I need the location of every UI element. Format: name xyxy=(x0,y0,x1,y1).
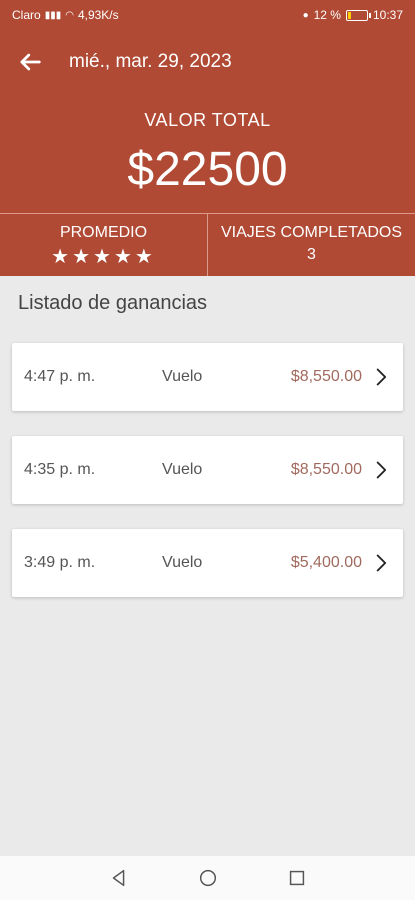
star-icon: ★ xyxy=(93,246,114,268)
nav-recents-icon[interactable] xyxy=(286,867,308,889)
earning-time: 4:47 p. m. xyxy=(24,368,96,385)
earnings-list: 4:47 p. m. Vuelo $8,550.00 4:35 p. m. Vu… xyxy=(12,343,403,622)
status-bar: Claro ▮▮▮ ◠ 4,93K/s ● 12 % 10:37 xyxy=(0,0,415,30)
earning-type: Vuelo xyxy=(162,461,203,478)
battery-percent: 12 % xyxy=(313,8,341,22)
nav-back-icon[interactable] xyxy=(108,867,130,889)
earning-item[interactable]: 3:49 p. m. Vuelo $5,400.00 xyxy=(12,529,403,597)
rating-stars: ★★★★★ xyxy=(0,244,207,269)
list-title: Listado de ganancias xyxy=(18,292,208,314)
carrier-name: Claro xyxy=(12,8,41,22)
stats-row: PROMEDIO ★★★★★ VIAJES COMPLETADOS 3 xyxy=(0,213,415,276)
earning-amount: $5,400.00 xyxy=(290,554,362,571)
earning-amount: $8,550.00 xyxy=(290,461,362,478)
battery-icon xyxy=(345,9,371,21)
star-icon: ★ xyxy=(51,246,73,268)
earning-item[interactable]: 4:47 p. m. Vuelo $8,550.00 xyxy=(12,343,403,411)
earning-type: Vuelo xyxy=(162,368,203,385)
average-stat: PROMEDIO ★★★★★ xyxy=(0,214,207,276)
network-icon: ▮▮▮ xyxy=(44,9,62,21)
earning-amount: $8,550.00 xyxy=(290,368,362,385)
back-arrow-icon[interactable] xyxy=(16,48,44,76)
trips-value: 3 xyxy=(307,246,316,263)
average-label: PROMEDIO xyxy=(59,224,148,241)
star-icon: ★ xyxy=(134,246,156,268)
trips-stat: VIAJES COMPLETADOS 3 xyxy=(207,214,415,276)
chevron-right-icon xyxy=(376,461,387,479)
wifi-icon: ◠ xyxy=(65,9,74,21)
net-speed: 4,93K/s xyxy=(77,8,119,22)
earning-item[interactable]: 4:35 p. m. Vuelo $8,550.00 xyxy=(12,436,403,504)
location-icon: ● xyxy=(302,9,309,21)
date-title: mié., mar. 29, 2023 xyxy=(69,51,232,72)
trips-label: VIAJES COMPLETADOS xyxy=(220,224,403,241)
chevron-right-icon xyxy=(376,368,387,386)
system-nav-bar xyxy=(0,856,415,900)
star-icon: ★ xyxy=(113,246,135,268)
earning-time: 3:49 p. m. xyxy=(24,554,96,571)
star-icon: ★ xyxy=(72,246,94,268)
total-value: $22500 xyxy=(127,143,288,196)
total-label: VALOR TOTAL xyxy=(144,110,271,130)
earning-time: 4:35 p. m. xyxy=(24,461,96,478)
nav-home-icon[interactable] xyxy=(197,867,219,889)
chevron-right-icon xyxy=(376,554,387,572)
clock: 10:37 xyxy=(372,8,403,22)
header: mié., mar. 29, 2023 VALOR TOTAL $22500 P… xyxy=(0,30,415,276)
earning-type: Vuelo xyxy=(162,554,203,571)
